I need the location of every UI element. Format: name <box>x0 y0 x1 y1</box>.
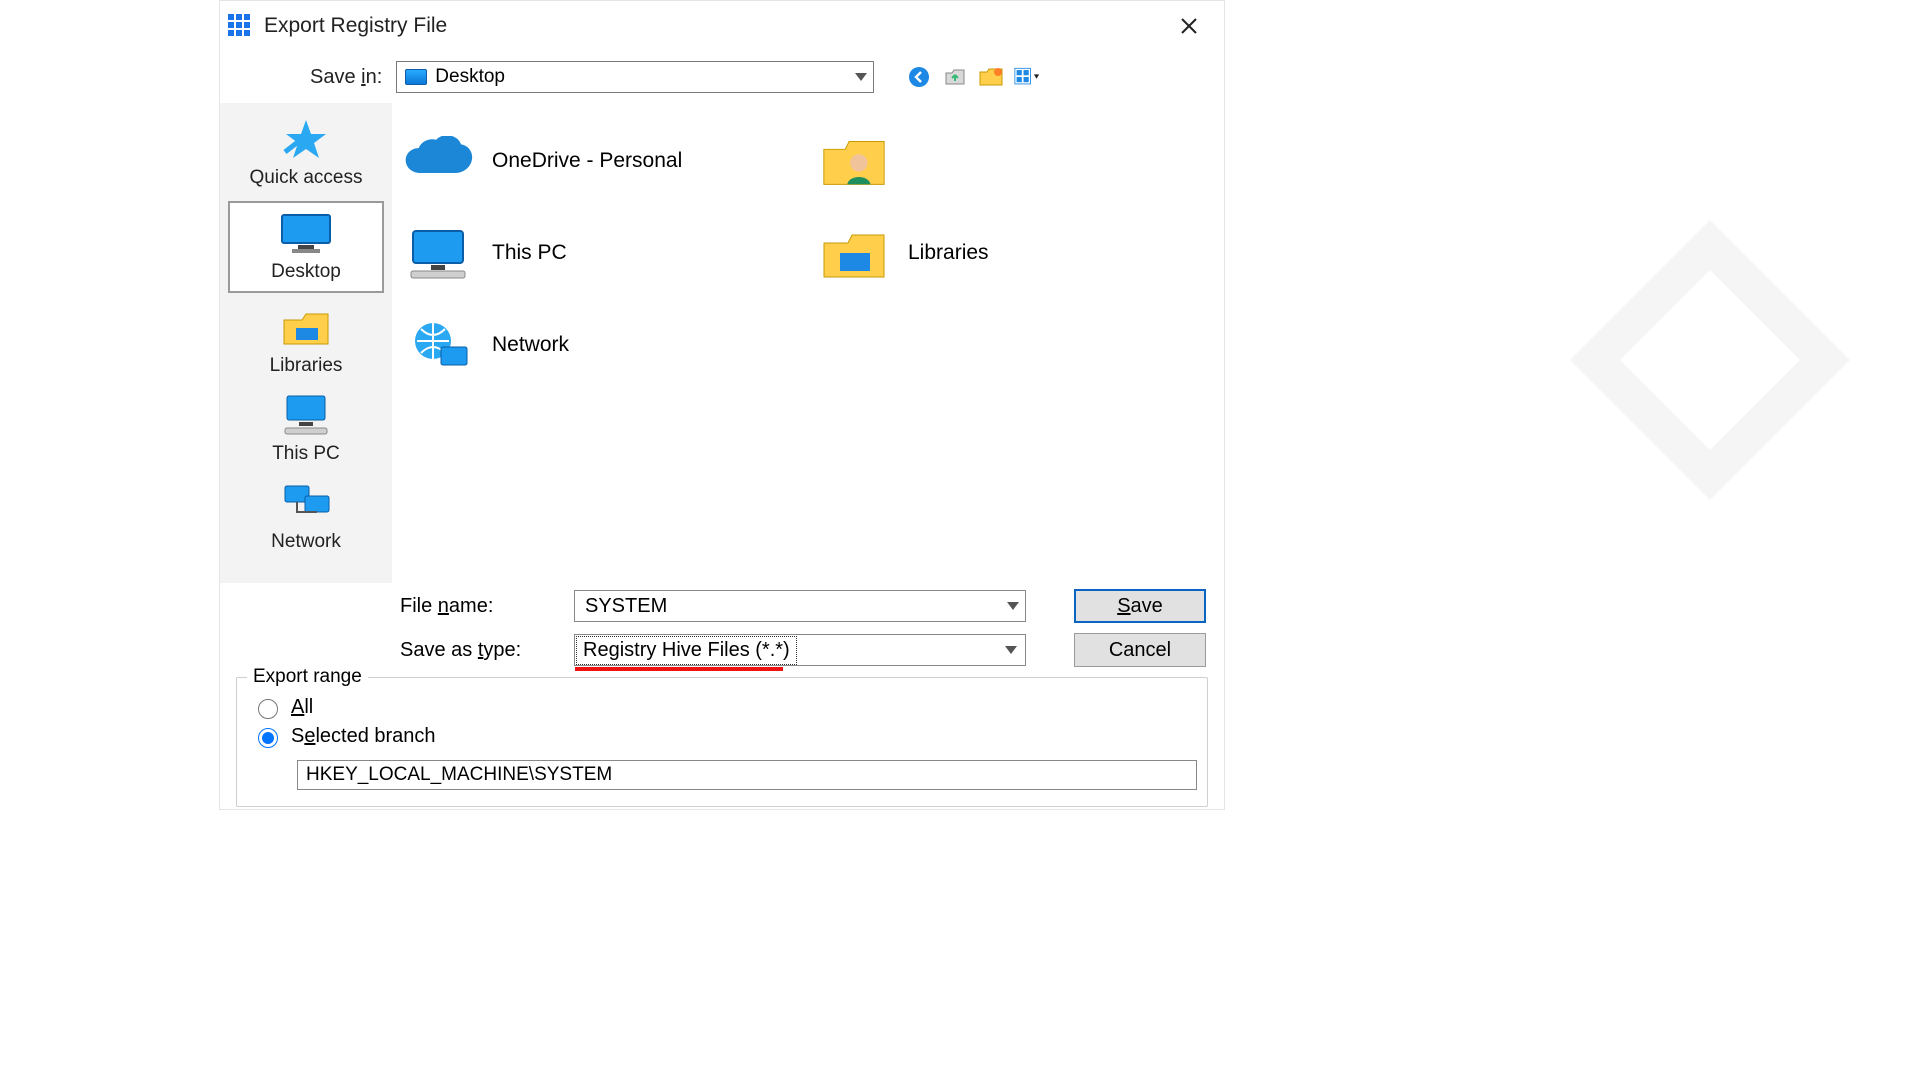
window-title: Export Registry File <box>264 14 1168 38</box>
new-folder-button[interactable] <box>978 64 1004 90</box>
this-pc-icon <box>278 391 334 439</box>
network-icon <box>278 479 334 527</box>
annotation-underline <box>575 667 783 671</box>
file-item-this-pc[interactable]: This PC <box>402 211 798 295</box>
new-folder-icon <box>978 66 1004 88</box>
save-in-bar: Save in: Desktop <box>220 51 1224 103</box>
save-as-type-value: Registry Hive Files (*.*) <box>576 636 797 665</box>
file-item-label: Network <box>492 333 569 357</box>
selected-branch-input[interactable] <box>297 760 1197 790</box>
save-in-label: Save in: <box>310 66 382 89</box>
export-range-all[interactable]: All <box>253 696 1191 719</box>
views-icon <box>1014 66 1040 88</box>
save-button[interactable]: Save <box>1074 589 1206 623</box>
back-icon <box>907 65 931 89</box>
places-desktop[interactable]: Desktop <box>228 201 384 293</box>
regedit-app-icon <box>228 14 252 38</box>
file-item-libraries[interactable]: Libraries <box>818 211 1214 295</box>
export-range-selected[interactable]: Selected branch <box>253 725 1191 748</box>
file-list[interactable]: OneDrive - Personal This PC <box>392 103 1224 583</box>
places-label: This PC <box>272 443 340 465</box>
libraries-icon <box>818 224 890 282</box>
file-item-onedrive[interactable]: OneDrive - Personal <box>402 119 798 203</box>
network-globe-icon <box>402 316 474 374</box>
onedrive-icon <box>402 132 474 190</box>
places-label: Libraries <box>270 355 343 377</box>
export-range-group: Export range All Selected branch <box>236 677 1208 807</box>
save-as-type-label: Save as type: <box>400 639 560 662</box>
places-bar: Quick access Desktop Libraries <box>220 103 392 583</box>
export-registry-dialog: Export Registry File Save in: Desktop <box>219 0 1225 810</box>
chevron-down-icon <box>1007 602 1019 610</box>
close-icon <box>1179 16 1199 36</box>
this-pc-icon <box>402 224 474 282</box>
places-network[interactable]: Network <box>220 473 392 561</box>
places-quick-access[interactable]: Quick access <box>220 109 392 197</box>
cancel-button[interactable]: Cancel <box>1074 633 1206 667</box>
save-in-combo[interactable]: Desktop <box>396 61 874 93</box>
file-item-label: OneDrive - Personal <box>492 149 682 173</box>
file-name-field[interactable] <box>574 590 1026 622</box>
places-label: Quick access <box>250 167 363 189</box>
save-as-type-combo[interactable]: Registry Hive Files (*.*) <box>574 634 1026 666</box>
folder-up-icon <box>943 65 967 89</box>
chevron-down-icon <box>1005 646 1017 654</box>
window-close-button[interactable] <box>1168 5 1210 47</box>
places-libraries[interactable]: Libraries <box>220 297 392 385</box>
places-this-pc[interactable]: This PC <box>220 385 392 473</box>
file-item-user-folder[interactable] <box>818 119 1214 203</box>
radio-all[interactable] <box>258 699 278 719</box>
file-name-input[interactable] <box>583 594 995 619</box>
desktop-icon <box>405 69 427 85</box>
titlebar: Export Registry File <box>220 1 1224 51</box>
view-menu-button[interactable] <box>1014 64 1040 90</box>
quick-access-icon <box>278 115 334 163</box>
watermark-diamond <box>1560 210 1860 510</box>
back-button[interactable] <box>906 64 932 90</box>
file-item-label: Libraries <box>908 241 989 265</box>
radio-selected[interactable] <box>258 728 278 748</box>
libraries-icon <box>278 303 334 351</box>
up-one-level-button[interactable] <box>942 64 968 90</box>
places-label: Network <box>271 531 341 553</box>
file-item-label: This PC <box>492 241 567 265</box>
file-item-network[interactable]: Network <box>402 303 798 387</box>
chevron-down-icon <box>855 73 867 81</box>
file-name-label: File name: <box>400 595 560 618</box>
export-range-legend: Export range <box>247 666 368 688</box>
save-in-value: Desktop <box>435 66 505 88</box>
desktop-monitor-icon <box>278 209 334 257</box>
user-folder-icon <box>818 132 890 190</box>
places-label: Desktop <box>271 261 341 283</box>
